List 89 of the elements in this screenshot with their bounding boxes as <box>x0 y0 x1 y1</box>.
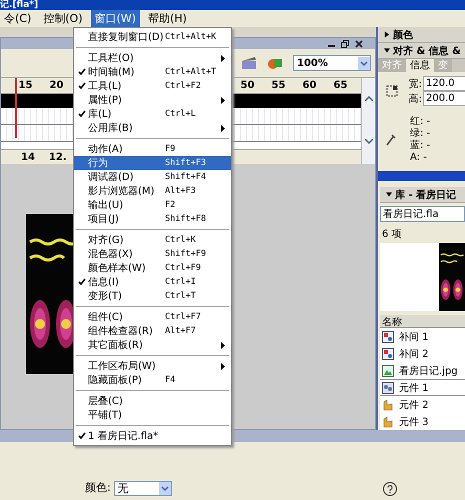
size-field[interactable]: 200.0 <box>423 91 465 106</box>
menu-item[interactable]: 动作(A) F9 <box>74 142 231 156</box>
frame-number: 20 <box>48 80 64 91</box>
graphic-symbol-icon <box>382 330 394 342</box>
check-icon <box>78 432 86 440</box>
check-icon <box>78 278 86 286</box>
menu-item[interactable]: 工具栏(O) <box>74 51 231 65</box>
panel-tab[interactable]: 信息 <box>406 59 434 72</box>
menu-item[interactable]: 组件检查器(R) Alt+F7 <box>74 324 231 338</box>
submenu-arrow-icon <box>221 342 225 348</box>
scroll-up-icon[interactable] <box>364 96 372 101</box>
column-header[interactable]: 名称 <box>380 315 465 328</box>
menu-item[interactable]: 变形(T) Ctrl+T <box>74 289 231 303</box>
menu-item[interactable]: 平铺(T) <box>74 408 231 422</box>
panel-title: 对齐 & 信息 & <box>393 44 461 58</box>
shapes-icon[interactable] <box>267 56 285 70</box>
registration-icon <box>386 85 398 97</box>
restore-icon[interactable] <box>341 40 349 48</box>
color-readout: 红: - <box>410 116 430 128</box>
frame-number: 15 <box>18 80 34 91</box>
frame-counter: 12. <box>48 152 67 162</box>
menu-item[interactable]: 1 看房日记.fla* <box>74 429 231 443</box>
menu-item[interactable]: 隐藏面板(P) F4 <box>74 373 231 387</box>
menu-item[interactable]: 工作区布局(W) <box>74 359 231 373</box>
library-item[interactable]: 元件 3 <box>380 413 465 430</box>
item-count: 6 项 <box>381 228 403 242</box>
eyedropper-icon <box>386 134 396 146</box>
frame-number: 60 <box>302 80 318 91</box>
menu-item[interactable]: 输出(U) F2 <box>74 198 231 212</box>
panel-title: 库 - 看房日记 <box>395 188 456 202</box>
menu-item[interactable]: 对齐(G) Ctrl+K <box>74 233 231 247</box>
frame-number: 65 <box>332 80 348 91</box>
menu-item[interactable]: 库(L) Ctrl+L <box>74 107 231 121</box>
menu-item[interactable]: 工具(L) Ctrl+F2 <box>74 79 231 93</box>
menu-item[interactable]: 其它面板(R) <box>74 338 231 352</box>
menu-item[interactable]: 颜色样本(W) Ctrl+F9 <box>74 261 231 275</box>
menu-item[interactable]: 组件(C) Ctrl+F7 <box>74 310 231 324</box>
menu-item[interactable]: 层叠(C) <box>74 394 231 408</box>
menu-title[interactable]: 帮助(H) <box>144 10 191 27</box>
movie-clip-icon <box>382 382 394 394</box>
library-item[interactable]: 补间 2 <box>380 345 465 362</box>
check-icon <box>78 110 86 118</box>
color-readout: 绿: - <box>410 128 430 140</box>
menu-item[interactable]: 时间轴(M) Ctrl+Alt+T <box>74 65 231 79</box>
color-label: 颜色: <box>85 480 111 496</box>
panel-header[interactable]: 库 - 看房日记 <box>380 187 465 203</box>
close-icon[interactable] <box>355 40 363 48</box>
graphic-symbol-icon <box>382 348 394 360</box>
library-item[interactable]: 看房日记.jpg <box>380 362 465 379</box>
menu-item[interactable]: 直接复制窗口(D)Ctrl+Alt+K <box>74 30 231 44</box>
scroll-down-icon[interactable] <box>364 139 372 144</box>
frame-number: 50 <box>240 80 256 91</box>
zoom-field[interactable]: 100% <box>293 55 371 71</box>
button-symbol-icon <box>382 398 394 410</box>
menu-title[interactable]: 控制(O) <box>39 10 87 27</box>
submenu-arrow-icon <box>221 362 225 370</box>
menu-item[interactable]: 信息(I) Ctrl+I <box>74 275 231 289</box>
library-item[interactable]: 补间 1 <box>380 328 465 345</box>
panel-header[interactable]: 对齐 & 信息 & <box>378 43 465 59</box>
color-readout: A: - <box>410 152 427 164</box>
menu-item[interactable]: 项目(J) Shift+F8 <box>74 212 231 226</box>
clapper-icon[interactable] <box>241 56 259 70</box>
panel-header[interactable]: 颜色 <box>378 27 465 43</box>
submenu-arrow-icon <box>221 96 225 104</box>
library-item[interactable]: 元件 1 <box>380 379 465 396</box>
field-label: 宽: <box>408 78 422 90</box>
color-readout: 蓝: - <box>410 140 430 152</box>
menu-item[interactable]: 调试器(D) Shift+F4 <box>74 170 231 184</box>
frame-number: 55 <box>270 80 286 91</box>
submenu-arrow-icon <box>221 54 225 62</box>
menu-title[interactable]: 窗口(W) <box>90 10 140 27</box>
field-label: 高: <box>408 92 422 106</box>
menu-item[interactable]: 行为 Shift+F3 <box>74 156 231 170</box>
menu-item[interactable]: 公用库(B) <box>74 121 231 135</box>
scrollbar[interactable] <box>361 78 375 164</box>
size-field[interactable]: 120.0 <box>423 76 465 91</box>
submenu-arrow-icon <box>221 124 225 132</box>
bitmap-icon <box>382 364 394 376</box>
library-dropdown[interactable]: 看房日记.fla <box>380 206 465 222</box>
library-item[interactable]: 元件 2 <box>380 396 465 413</box>
color-dropdown[interactable]: 无 <box>114 481 172 496</box>
frame-counter: 14 <box>21 152 35 162</box>
menu-item[interactable]: 影片浏览器(M) Alt+F3 <box>74 184 231 198</box>
menu-item[interactable]: 混色器(X) Shift+F9 <box>74 247 231 261</box>
menu-title[interactable]: 令(C) <box>0 10 36 27</box>
help-icon[interactable] <box>383 482 397 496</box>
button-symbol-icon <box>382 416 394 428</box>
menu-item[interactable]: 属性(P) <box>74 93 231 107</box>
panel-title: 颜色 <box>393 28 413 42</box>
